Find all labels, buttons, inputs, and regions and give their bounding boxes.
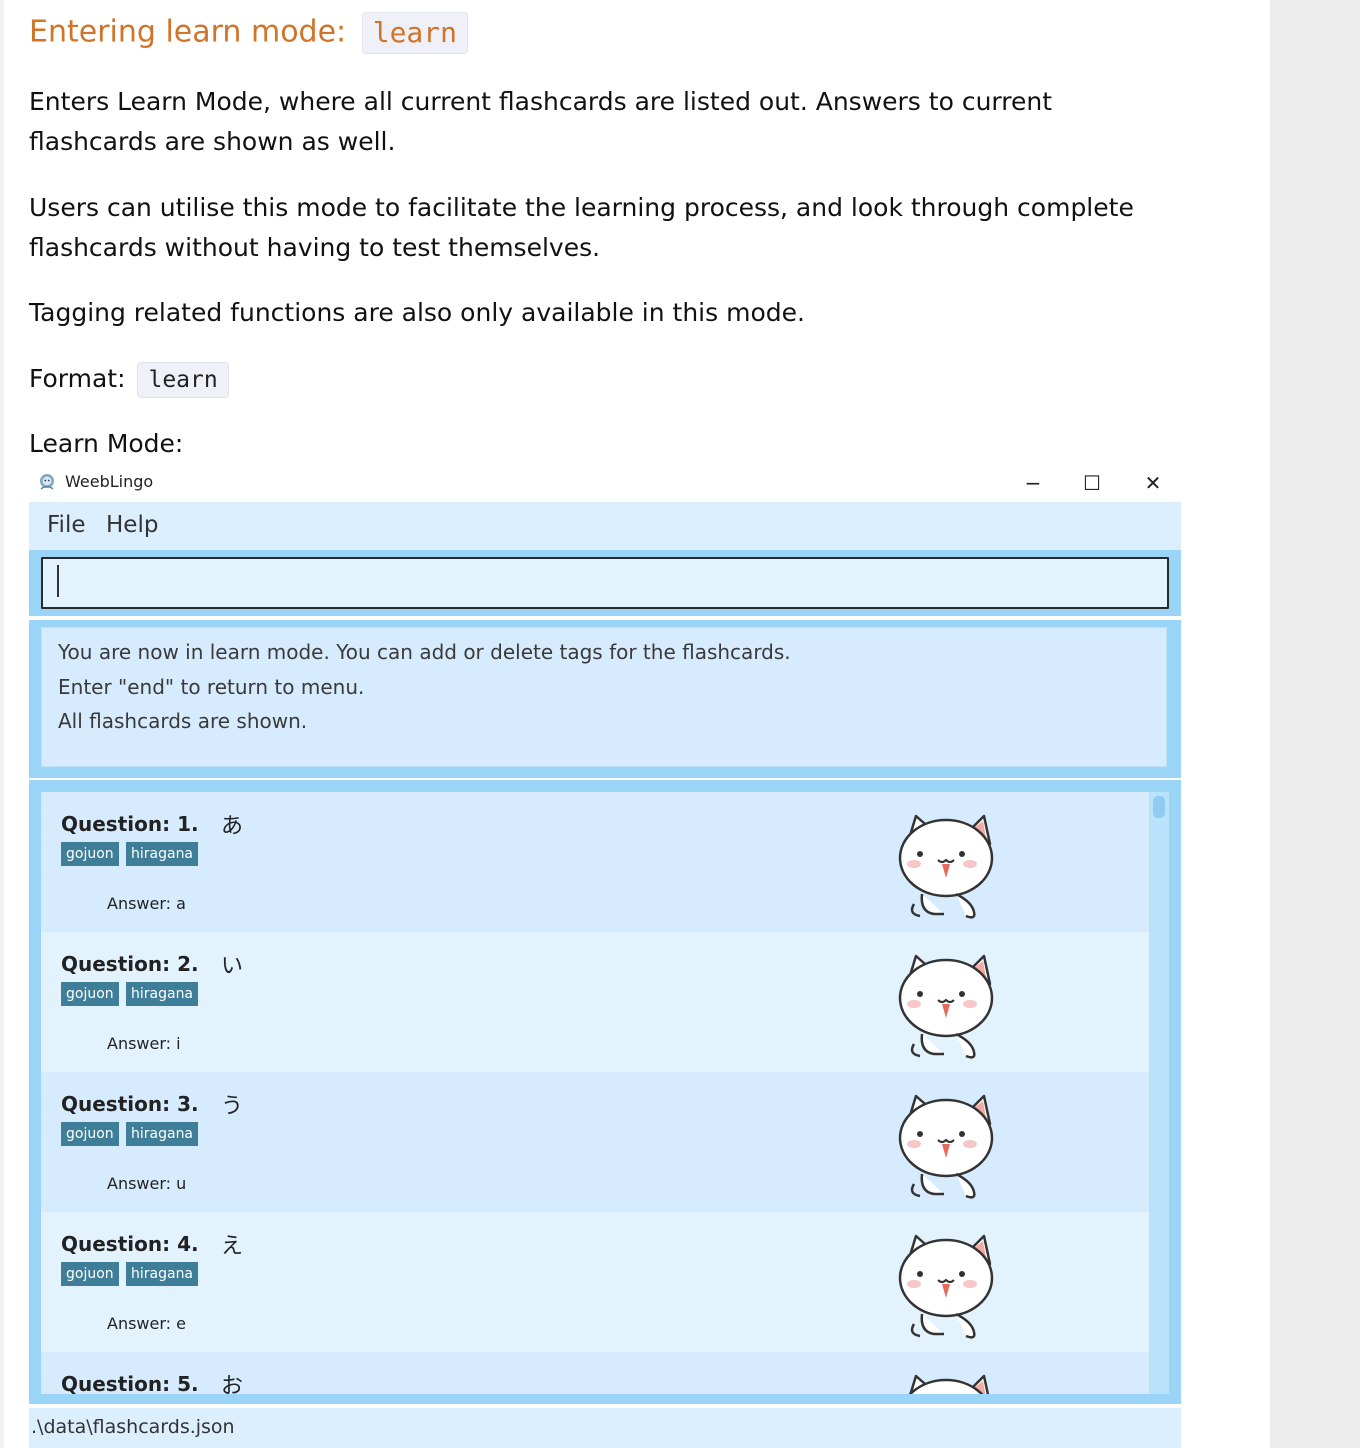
- tag-badge: hiragana: [126, 1122, 199, 1146]
- tag-badge: gojuon: [61, 982, 119, 1006]
- result-display: You are now in learn mode. You can add o…: [41, 627, 1167, 767]
- flashcard-question: Question: 3.: [61, 1092, 199, 1116]
- status-bar: .\data\flashcards.json: [29, 1408, 1181, 1448]
- flashcard-row[interactable]: Question: 4. え gojuon hiragana Answer: e: [41, 1212, 1149, 1352]
- format-line: Format: learn: [29, 359, 1179, 399]
- weeblingo-app-icon: [40, 474, 54, 490]
- page-right-gutter: [1270, 0, 1360, 1448]
- tag-badge: gojuon: [61, 1262, 119, 1286]
- app-window-screenshot: WeebLingo − ☐ ✕ File Help You are now in…: [29, 464, 1181, 1448]
- minimize-icon[interactable]: −: [1003, 464, 1063, 502]
- flashcard-question: Question: 4.: [61, 1232, 199, 1256]
- menu-help[interactable]: Help: [106, 512, 158, 538]
- flashcard-character: え: [221, 1234, 244, 1259]
- scrollbar-thumb[interactable]: [1153, 796, 1165, 818]
- flashcard-question: Question: 5.: [61, 1372, 199, 1394]
- paragraph-intro: Enters Learn Mode, where all current fla…: [29, 87, 1053, 156]
- tag-badge: hiragana: [126, 842, 199, 866]
- window-title: WeebLingo: [65, 472, 154, 491]
- cat-sticker-icon: [898, 1094, 994, 1199]
- close-icon[interactable]: ✕: [1123, 464, 1183, 502]
- menu-file[interactable]: File: [47, 512, 86, 538]
- command-input[interactable]: [41, 557, 1169, 609]
- flashcard-answer: Answer: u: [107, 1174, 187, 1193]
- tag-badge: gojuon: [61, 1122, 119, 1146]
- flashcard-character: う: [221, 1094, 244, 1119]
- status-file-path: .\data\flashcards.json: [31, 1416, 235, 1438]
- result-line-2: Enter "end" to return to menu.: [58, 675, 365, 699]
- command-box-frame: [29, 550, 1181, 616]
- flashcard-row[interactable]: Question: 5. お gojuon hiragana Answer: o: [41, 1352, 1149, 1394]
- page-left-edge: [0, 0, 4, 1448]
- cat-sticker-icon: [898, 814, 994, 919]
- cat-sticker-icon: [908, 1374, 990, 1394]
- text-caret: [57, 565, 59, 597]
- flashcard-row[interactable]: Question: 3. う gojuon hiragana Answer: u: [41, 1072, 1149, 1212]
- flashcard-answer: Answer: e: [107, 1314, 186, 1333]
- section-heading-text: Entering learn mode:: [29, 14, 347, 50]
- tag-badge: gojuon: [61, 842, 119, 866]
- paragraph-usage: Users can utilise this mode to facilitat…: [29, 193, 1134, 262]
- menu-bar: File Help: [29, 502, 1181, 550]
- result-line-3: All flashcards are shown.: [58, 709, 308, 733]
- tag-badge: hiragana: [126, 1262, 199, 1286]
- flashcard-character: あ: [221, 814, 244, 839]
- scrollbar[interactable]: [1149, 792, 1169, 1394]
- format-label: Format:: [29, 364, 126, 393]
- section-heading: Entering learn mode: learn: [29, 12, 469, 54]
- maximize-icon[interactable]: ☐: [1062, 464, 1122, 502]
- learn-mode-label: Learn Mode:: [29, 429, 184, 458]
- cat-sticker-icon: [898, 1234, 994, 1339]
- paragraph-tagging: Tagging related functions are also only …: [29, 298, 805, 327]
- tag-badge: hiragana: [126, 982, 199, 1006]
- flashcard-question: Question: 2.: [61, 952, 199, 976]
- flashcard-question: Question: 1.: [61, 812, 199, 836]
- cat-sticker-icon: [898, 954, 994, 1059]
- flashcard-character: お: [221, 1374, 244, 1394]
- flashcard-answer: Answer: i: [107, 1034, 181, 1053]
- flashcard-list-frame: Question: 1. あ gojuon hiragana Answer: a…: [29, 780, 1181, 1404]
- section-heading-code: learn: [361, 12, 469, 54]
- flashcard-answer: Answer: a: [107, 894, 186, 913]
- result-display-frame: You are now in learn mode. You can add o…: [29, 620, 1181, 778]
- title-bar: WeebLingo − ☐ ✕: [29, 464, 1181, 502]
- result-line-1: You are now in learn mode. You can add o…: [58, 640, 791, 664]
- flashcard-character: い: [221, 954, 244, 979]
- flashcard-list[interactable]: Question: 1. あ gojuon hiragana Answer: a…: [41, 792, 1169, 1394]
- flashcard-row[interactable]: Question: 1. あ gojuon hiragana Answer: a: [41, 792, 1149, 932]
- format-code: learn: [137, 362, 229, 398]
- flashcard-row[interactable]: Question: 2. い gojuon hiragana Answer: i: [41, 932, 1149, 1072]
